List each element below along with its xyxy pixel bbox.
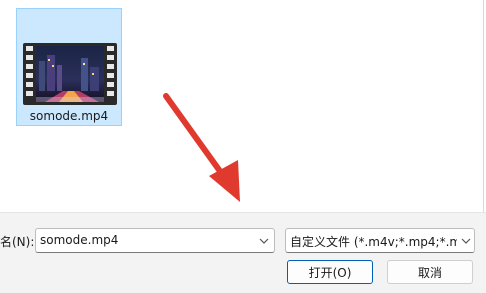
file-name-label: somode.mp4 xyxy=(29,109,109,123)
video-file-icon xyxy=(23,43,117,105)
filename-label: 名(N): xyxy=(0,235,35,249)
dialog-footer: 名(N): somode.mp4 自定义文件 (*.m4v;*.mp4;*.m4… xyxy=(0,212,486,293)
file-type-select[interactable]: 自定义文件 (*.m4v;*.mp4;*.m4 xyxy=(285,228,475,253)
file-type-value: 自定义文件 (*.m4v;*.mp4;*.m4 xyxy=(290,235,469,249)
chevron-down-icon[interactable] xyxy=(457,229,474,252)
file-item-video[interactable]: somode.mp4 xyxy=(16,8,122,126)
filename-value: somode.mp4 xyxy=(40,233,119,247)
cancel-button[interactable]: 取消 xyxy=(387,260,473,284)
chevron-down-icon[interactable] xyxy=(254,229,274,252)
open-button[interactable]: 打开(O) xyxy=(287,260,373,284)
annotation-arrow-icon xyxy=(163,93,240,202)
file-list-area[interactable]: somode.mp4 xyxy=(0,0,484,212)
filename-field[interactable]: somode.mp4 xyxy=(35,228,275,253)
